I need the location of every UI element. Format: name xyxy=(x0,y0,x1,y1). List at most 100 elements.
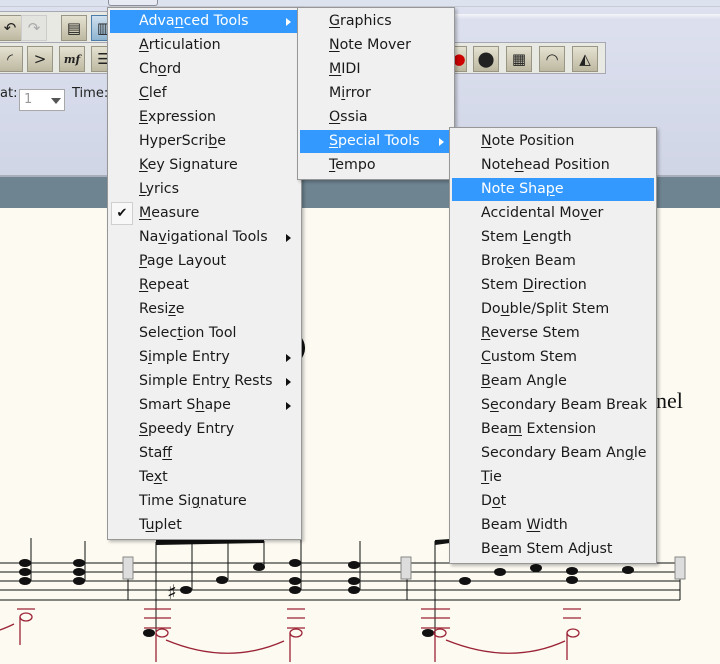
menu-item-simple-entry[interactable]: Simple Entry xyxy=(110,346,299,369)
menu-item-hyperscribe[interactable]: HyperScribe xyxy=(110,130,299,153)
expression-icon[interactable]: mf xyxy=(59,46,85,72)
menu-item-secondary-beam-angle[interactable]: Secondary Beam Angle xyxy=(452,442,654,465)
menu-item-double-split-stem[interactable]: Double/Split Stem xyxy=(452,298,654,321)
menu-item-custom-stem[interactable]: Custom Stem xyxy=(452,346,654,369)
sharp-accidental: ♯ xyxy=(167,580,177,604)
scroll-view-icon[interactable]: ▤ xyxy=(61,15,87,41)
label-part: N xyxy=(481,133,492,149)
menu-item-beam-width[interactable]: Beam Width xyxy=(452,514,654,537)
menu-item-staff[interactable]: Staff xyxy=(110,442,299,465)
half-note xyxy=(19,612,33,622)
menu-item-midi[interactable]: MIDI xyxy=(300,58,452,81)
menu-item-measure[interactable]: ✔ Measure xyxy=(110,202,299,225)
undo-icon[interactable]: ↶ xyxy=(0,15,23,41)
menu-item-beam-stem-adjust[interactable]: Beam Stem Adjust xyxy=(452,538,654,561)
menu-item-page-layout[interactable]: Page Layout xyxy=(110,250,299,273)
label-part: k xyxy=(504,253,513,269)
midi-icon[interactable]: ⬤ xyxy=(473,46,499,72)
menu-item-label: Broken Beam xyxy=(481,250,576,273)
menu-item-tie[interactable]: Tie xyxy=(452,466,654,489)
label-part: idth xyxy=(540,517,568,533)
label-part: o xyxy=(157,61,167,77)
menu-item-label: Beam Extension xyxy=(481,418,596,441)
tempo-icon[interactable]: ◭ xyxy=(572,46,598,72)
label-part: R xyxy=(481,325,491,341)
menu-item-stem-direction[interactable]: Stem Direction xyxy=(452,274,654,297)
label-part: N xyxy=(329,37,340,53)
menu-item-beam-angle[interactable]: Beam Angle xyxy=(452,370,654,393)
notehead xyxy=(216,576,228,584)
menu-item-note-mover[interactable]: Note Mover xyxy=(300,34,452,57)
slur-icon[interactable]: ◜ xyxy=(0,46,23,72)
label-part: ape xyxy=(204,397,231,413)
articulation-icon[interactable]: > xyxy=(27,46,53,72)
menu-item-repeat[interactable]: Repeat xyxy=(110,274,299,297)
menu-item-selection-tool[interactable]: Selection Tool xyxy=(110,322,299,345)
menu-item-note-position[interactable]: Note Position xyxy=(452,130,654,153)
menu-item-reverse-stem[interactable]: Reverse Stem xyxy=(452,322,654,345)
menu-item-articulation[interactable]: Articulation xyxy=(110,34,299,57)
menu-item-label: Lyrics xyxy=(139,178,179,201)
submenu-arrow-icon xyxy=(286,402,291,410)
label-part: Adva xyxy=(139,13,175,29)
menu-item-stem-length[interactable]: Stem Length xyxy=(452,226,654,249)
label-part: Simple Entr xyxy=(139,373,222,389)
menu-item-text[interactable]: Text xyxy=(110,466,299,489)
menu-item-beam-extension[interactable]: Beam Extension xyxy=(452,418,654,441)
menu-item-notehead-position[interactable]: Notehead Position xyxy=(452,154,654,177)
label-part: K xyxy=(139,157,148,173)
menu-item-advanced-tools[interactable]: Advanced Tools xyxy=(110,10,299,33)
menu-item-simple-entry-rests[interactable]: Simple Entry Rests xyxy=(110,370,299,393)
menu-item-time-signature[interactable]: Time Signature xyxy=(110,490,299,513)
menu-item-navigational-tools[interactable]: Navigational Tools xyxy=(110,226,299,249)
beat-combo[interactable]: 1 xyxy=(19,89,65,111)
notehead xyxy=(348,561,360,569)
menu-item-label: Ossia xyxy=(329,106,368,129)
menu-item-resize[interactable]: Resize xyxy=(110,298,299,321)
menu-item-key-signature[interactable]: Key Signature xyxy=(110,154,299,177)
menu-item-label: Repeat xyxy=(139,274,189,297)
menu-item-tempo[interactable]: Tempo xyxy=(300,154,452,177)
mirror-icon[interactable]: ◠ xyxy=(539,46,565,72)
menu-item-ossia[interactable]: Ossia xyxy=(300,106,452,129)
menu-item-accidental-mover[interactable]: Accidental Mover xyxy=(452,202,654,225)
half-note xyxy=(433,628,447,638)
notehead xyxy=(180,586,192,594)
label-part: ion Tool xyxy=(182,325,237,341)
menu-item-clef[interactable]: Clef xyxy=(110,82,299,105)
label-part: S xyxy=(329,133,339,149)
menu-item-graphics[interactable]: Graphics xyxy=(300,10,452,33)
redo-icon[interactable]: ↷ xyxy=(21,15,47,41)
label-part: M xyxy=(329,85,342,101)
chevron-down-icon[interactable] xyxy=(51,98,61,104)
menu-item-label: Selection Tool xyxy=(139,322,236,345)
menu-item-expression[interactable]: Expression xyxy=(110,106,299,129)
menu-item-smart-shape[interactable]: Smart Shape xyxy=(110,394,299,417)
label-part: L xyxy=(139,181,146,197)
label-part: t xyxy=(500,493,507,509)
menu-item-secondary-beam-break[interactable]: Secondary Beam Break xyxy=(452,394,654,417)
menu-tools[interactable] xyxy=(108,0,158,6)
label-part: O xyxy=(329,109,341,125)
label-part: Accidental Mo xyxy=(481,205,581,221)
menu-item-dot[interactable]: Dot xyxy=(452,490,654,513)
menu-item-label: Tempo xyxy=(329,154,376,177)
menu-item-tuplet[interactable]: Tuplet xyxy=(110,514,299,537)
menu-item-label: Advanced Tools xyxy=(139,10,249,33)
menu-item-chord[interactable]: Chord xyxy=(110,58,299,81)
menu-item-label: HyperScribe xyxy=(139,130,226,153)
menu-item-note-shape[interactable]: Note Shape xyxy=(452,178,654,201)
menu-item-label: Graphics xyxy=(329,10,392,33)
beam xyxy=(435,539,450,545)
notehead xyxy=(422,629,434,637)
label-part: easure xyxy=(151,205,200,221)
special-tools-icon[interactable]: ▦ xyxy=(506,46,532,72)
menu-item-label: Notehead Position xyxy=(481,154,610,177)
menu-item-special-tools[interactable]: Special Tools xyxy=(300,130,452,153)
menu-item-lyrics[interactable]: Lyrics xyxy=(110,178,299,201)
menu-item-speedy-entry[interactable]: Speedy Entry xyxy=(110,418,299,441)
menu-item-mirror[interactable]: Mirror xyxy=(300,82,452,105)
label-part: Bro xyxy=(481,253,505,269)
menu-item-broken-beam[interactable]: Broken Beam xyxy=(452,250,654,273)
notehead xyxy=(622,566,634,574)
